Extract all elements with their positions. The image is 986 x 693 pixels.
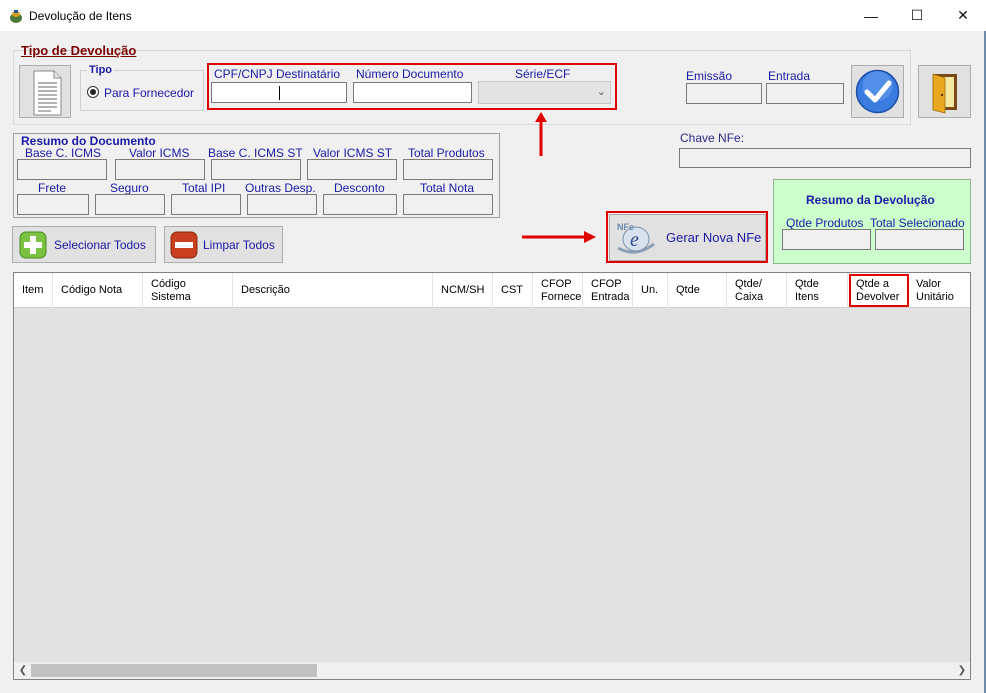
chave-nfe-label: Chave NFe:: [680, 131, 745, 145]
window-title: Devolução de Itens: [29, 9, 132, 23]
exit-button[interactable]: [918, 65, 971, 118]
para-fornecedor-label[interactable]: Para Fornecedor: [104, 86, 194, 100]
valor-icms-label: Valor ICMS: [129, 146, 190, 160]
outras-desp-field[interactable]: [247, 194, 317, 215]
qtde-produtos-field[interactable]: [782, 229, 871, 250]
frete-field[interactable]: [17, 194, 89, 215]
maximize-button[interactable]: ☐: [894, 0, 940, 31]
table-header: Item Código Nota Código Sistema Descriçã…: [14, 273, 970, 308]
emissao-label: Emissão: [686, 69, 733, 83]
col-cst[interactable]: CST: [493, 273, 533, 308]
selecionar-todos-label: Selecionar Todos: [54, 237, 146, 252]
desconto-field[interactable]: [323, 194, 397, 215]
document-button[interactable]: [19, 65, 71, 118]
limpar-todos-label: Limpar Todos: [203, 237, 275, 252]
total-produtos-field[interactable]: [403, 159, 493, 180]
highlight-box-document-fields: [207, 63, 617, 110]
base-icms-field[interactable]: [17, 159, 107, 180]
valor-icms-field[interactable]: [115, 159, 205, 180]
scroll-right-icon[interactable]: ❯: [955, 662, 969, 679]
title-bar: [0, 0, 986, 31]
tipo-label: Tipo: [87, 64, 115, 76]
chave-nfe-field[interactable]: [679, 148, 971, 168]
entrada-field[interactable]: [766, 83, 844, 104]
annotation-arrow-up: [535, 112, 547, 156]
scrollbar-thumb[interactable]: [31, 664, 317, 677]
limpar-todos-button[interactable]: Limpar Todos: [164, 226, 283, 263]
minus-icon: [170, 231, 198, 258]
document-icon: [33, 70, 62, 116]
close-icon: ✕: [957, 7, 969, 23]
scroll-left-icon[interactable]: ❮: [16, 662, 30, 679]
emissao-field[interactable]: [686, 83, 762, 104]
para-fornecedor-radio[interactable]: [87, 86, 99, 98]
seguro-field[interactable]: [95, 194, 165, 215]
highlight-box-gerar-nfe: [606, 211, 768, 263]
resumo-devolucao-title: Resumo da Devolução: [806, 193, 935, 207]
col-valor-unitario[interactable]: Valor Unitário: [908, 273, 970, 308]
desconto-label: Desconto: [334, 181, 385, 195]
col-qtde-caixa[interactable]: Qtde/ Caixa: [727, 273, 787, 308]
maximize-icon: ☐: [910, 7, 924, 23]
valor-icms-st-label: Valor ICMS ST: [313, 146, 393, 160]
col-item[interactable]: Item: [14, 273, 53, 308]
outras-desp-label: Outras Desp.: [245, 181, 316, 195]
plus-icon: [19, 231, 47, 258]
items-table[interactable]: [13, 272, 971, 680]
selecionar-todos-button[interactable]: Selecionar Todos: [12, 226, 156, 263]
base-icms-st-field[interactable]: [211, 159, 301, 180]
seguro-label: Seguro: [110, 181, 149, 195]
close-button[interactable]: ✕: [940, 0, 986, 31]
base-icms-label: Base C. ICMS: [25, 146, 102, 160]
annotation-arrow-right: [522, 231, 596, 243]
checkmark-icon: [855, 69, 900, 114]
total-selecionado-field[interactable]: [875, 229, 964, 250]
col-un[interactable]: Un.: [633, 273, 668, 308]
col-ncm-sh[interactable]: NCM/SH: [433, 273, 493, 308]
total-ipi-label: Total IPI: [182, 181, 226, 195]
col-descricao[interactable]: Descrição: [233, 273, 433, 308]
minimize-button[interactable]: —: [848, 0, 894, 31]
frete-label: Frete: [38, 181, 67, 195]
minimize-icon: —: [864, 7, 878, 24]
qtde-produtos-label: Qtde Produtos: [786, 216, 864, 230]
total-produtos-label: Total Produtos: [408, 146, 485, 160]
total-nota-label: Total Nota: [420, 181, 475, 195]
base-icms-st-label: Base C. ICMS ST: [208, 146, 303, 160]
total-ipi-field[interactable]: [171, 194, 241, 215]
highlight-box-qtde-devolver: [849, 274, 909, 307]
total-selecionado-label: Total Selecionado: [870, 216, 965, 230]
entrada-label: Entrada: [768, 69, 811, 83]
col-qtde-itens[interactable]: Qtde Itens: [787, 273, 848, 308]
exit-door-icon: [932, 73, 957, 114]
tipo-devolucao-title: Tipo de Devolução: [21, 43, 137, 58]
col-qtde[interactable]: Qtde: [668, 273, 727, 308]
total-nota-field[interactable]: [403, 194, 493, 215]
col-codigo-sistema[interactable]: Código Sistema: [143, 273, 233, 308]
app-icon: [8, 8, 24, 24]
col-cfop-entrada[interactable]: CFOP Entrada: [583, 273, 633, 308]
col-codigo-nota[interactable]: Código Nota: [53, 273, 143, 308]
confirm-button[interactable]: [851, 65, 904, 118]
col-cfop-fornece[interactable]: CFOP Fornece: [533, 273, 583, 308]
valor-icms-st-field[interactable]: [307, 159, 397, 180]
